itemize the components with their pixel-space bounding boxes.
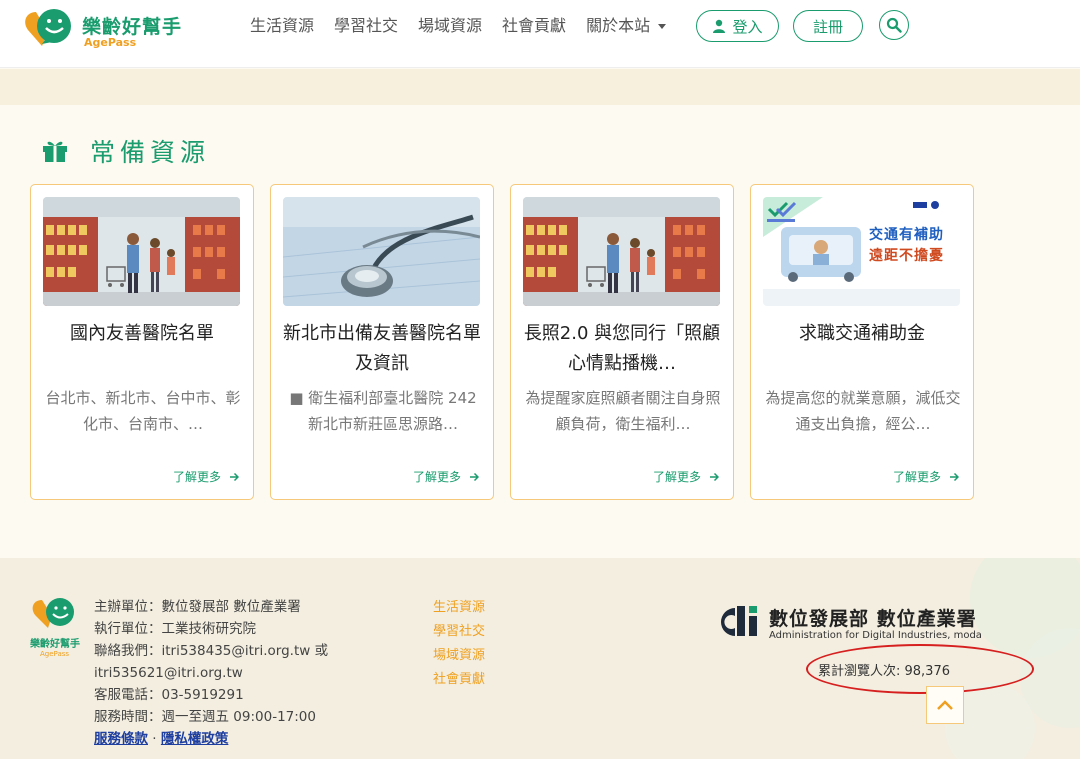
card-image-transport-subsidy: 交通有補助 遠距不擔憂 [763, 197, 960, 306]
organizer-text: 主辦單位：數位發展部 數位產業署 [94, 599, 301, 615]
learn-more-link[interactable]: 了解更多 [413, 468, 479, 485]
main-nav: 生活資源 學習社交 場域資源 社會貢獻 關於本站 [250, 12, 667, 36]
arrow-right-icon [950, 472, 959, 481]
user-icon [713, 19, 726, 33]
learn-more-label: 了解更多 [892, 470, 941, 484]
moda-logo[interactable]: 數位發展部 數位產業署 Administration for Digital I… [713, 602, 982, 648]
privacy-link[interactable]: 隱私權政策 [161, 731, 229, 747]
highlight-annotation [806, 644, 1034, 694]
card-description: 為提醒家庭照顧者關注自身照顧負荷，衛生福利… [525, 389, 721, 433]
footer-logo[interactable]: 樂齡好幫手 AgePass [30, 596, 82, 658]
register-label: 註冊 [812, 17, 843, 36]
card-image-supermarket [43, 197, 240, 306]
moda-english-name: Administration for Digital Industries, m… [769, 630, 982, 641]
logo-title: 樂齡好幫手 [82, 16, 183, 38]
footer-link-learning-social[interactable]: 學習社交 [433, 620, 485, 644]
search-button[interactable] [879, 10, 909, 40]
card-image-supermarket [523, 197, 720, 306]
nav-item-life-resources[interactable]: 生活資源 [250, 12, 314, 36]
policy-separator: · [152, 731, 157, 747]
phone-text: 客服電話：03-5919291 [94, 687, 244, 703]
executor-text: 執行單位：工業技術研究院 [94, 621, 256, 637]
site-header: 樂齡好幫手 AgePass 生活資源 學習社交 場域資源 社會貢獻 關於本站 登… [0, 0, 1080, 68]
learn-more-label: 了解更多 [172, 470, 221, 484]
card-description: 台北市、新北市、台中市、彰化市、台南市、… [45, 389, 241, 433]
caret-down-icon [658, 24, 667, 29]
arrow-right-icon [470, 472, 479, 481]
back-to-top-button[interactable] [926, 686, 964, 724]
policy-links: 服務條款 · 隱私權政策 [94, 728, 328, 750]
arrow-right-icon [710, 472, 719, 481]
card-image-stethoscope [283, 197, 480, 306]
card-title: 求職交通補助金 [799, 323, 925, 344]
moda-mark-icon [721, 606, 757, 636]
hours-text: 服務時間：週一至週五 09:00-17:00 [94, 709, 316, 725]
section-heading: 常備資源 [42, 133, 210, 169]
site-logo[interactable]: 樂齡好幫手 AgePass [22, 6, 182, 50]
search-icon [886, 17, 902, 33]
resource-card[interactable]: 新北市出備友善醫院名單及資訊 ■ 衛生福利部臺北醫院 242新北市新莊區思源路…… [270, 184, 494, 500]
chevron-up-icon [937, 700, 953, 710]
contact-email: itri535621@itri.org.tw [94, 665, 243, 681]
banner-text-line2: 遠距不擔憂 [869, 248, 944, 264]
site-footer: 樂齡好幫手 AgePass 主辦單位：數位發展部 數位產業署 執行單位：工業技術… [0, 558, 1080, 759]
card-description: ■ 衛生福利部臺北醫院 242新北市新莊區思源路… [289, 389, 477, 433]
nav-item-about[interactable]: 關於本站 [586, 12, 667, 36]
resources-section: 常備資源 國內友善醫院名單 台北市、新北市、台中市、彰化市、台南市、… 了解更多 [0, 105, 1080, 558]
learn-more-label: 了解更多 [412, 470, 461, 484]
footer-link-life-resources[interactable]: 生活資源 [433, 596, 485, 620]
learn-more-link[interactable]: 了解更多 [173, 468, 239, 485]
arrow-right-icon [230, 472, 239, 481]
login-button[interactable]: 登入 [696, 10, 779, 42]
gift-icon [43, 141, 67, 162]
moda-name: 數位發展部 數位產業署 [769, 608, 977, 630]
card-description: 為提高您的就業意願，減低交通支出負擔，經公… [765, 389, 961, 433]
login-label: 登入 [732, 17, 763, 36]
resource-card[interactable]: 國內友善醫院名單 台北市、新北市、台中市、彰化市、台南市、… 了解更多 [30, 184, 254, 500]
footer-logo-title: 樂齡好幫手 [30, 639, 80, 650]
resource-card[interactable]: 長照2.0 與您同行「照顧心情點播機… 為提醒家庭照顧者關注自身照顧負荷，衛生福… [510, 184, 734, 500]
logo-mark-icon [25, 9, 71, 46]
terms-link[interactable]: 服務條款 [94, 731, 148, 747]
card-title: 新北市出備友善醫院名單及資訊 [283, 323, 481, 374]
nav-item-venue-resources[interactable]: 場域資源 [418, 12, 482, 36]
card-title: 國內友善醫院名單 [70, 323, 214, 344]
banner-text-line1: 交通有補助 [869, 227, 944, 243]
contact-text: 聯絡我們：itri538435@itri.org.tw 或 [94, 643, 329, 659]
learn-more-link[interactable]: 了解更多 [893, 468, 959, 485]
section-title: 常備資源 [90, 138, 211, 167]
footer-link-social-contribution[interactable]: 社會貢獻 [433, 668, 485, 692]
logo-subtitle: AgePass [84, 36, 137, 49]
card-title: 長照2.0 與您同行「照顧心情點播機… [523, 323, 721, 374]
top-band [0, 69, 1080, 105]
register-button[interactable]: 註冊 [793, 10, 863, 42]
footer-logo-subtitle: AgePass [40, 650, 70, 658]
logo-mark-icon [32, 598, 74, 628]
nav-item-social-contribution[interactable]: 社會貢獻 [502, 12, 566, 36]
learn-more-link[interactable]: 了解更多 [653, 468, 719, 485]
resource-card[interactable]: 交通有補助 遠距不擔憂 求職交通補助金 為提高您的就業意願，減低交通支出負擔，經… [750, 184, 974, 500]
footer-nav: 生活資源 學習社交 場域資源 社會貢獻 [433, 596, 485, 692]
footer-link-venue-resources[interactable]: 場域資源 [433, 644, 485, 668]
learn-more-label: 了解更多 [652, 470, 701, 484]
nav-item-learning-social[interactable]: 學習社交 [334, 12, 398, 36]
footer-info: 主辦單位：數位發展部 數位產業署 執行單位：工業技術研究院 聯絡我們：itri5… [94, 596, 328, 750]
nav-item-about-label: 關於本站 [586, 16, 651, 35]
